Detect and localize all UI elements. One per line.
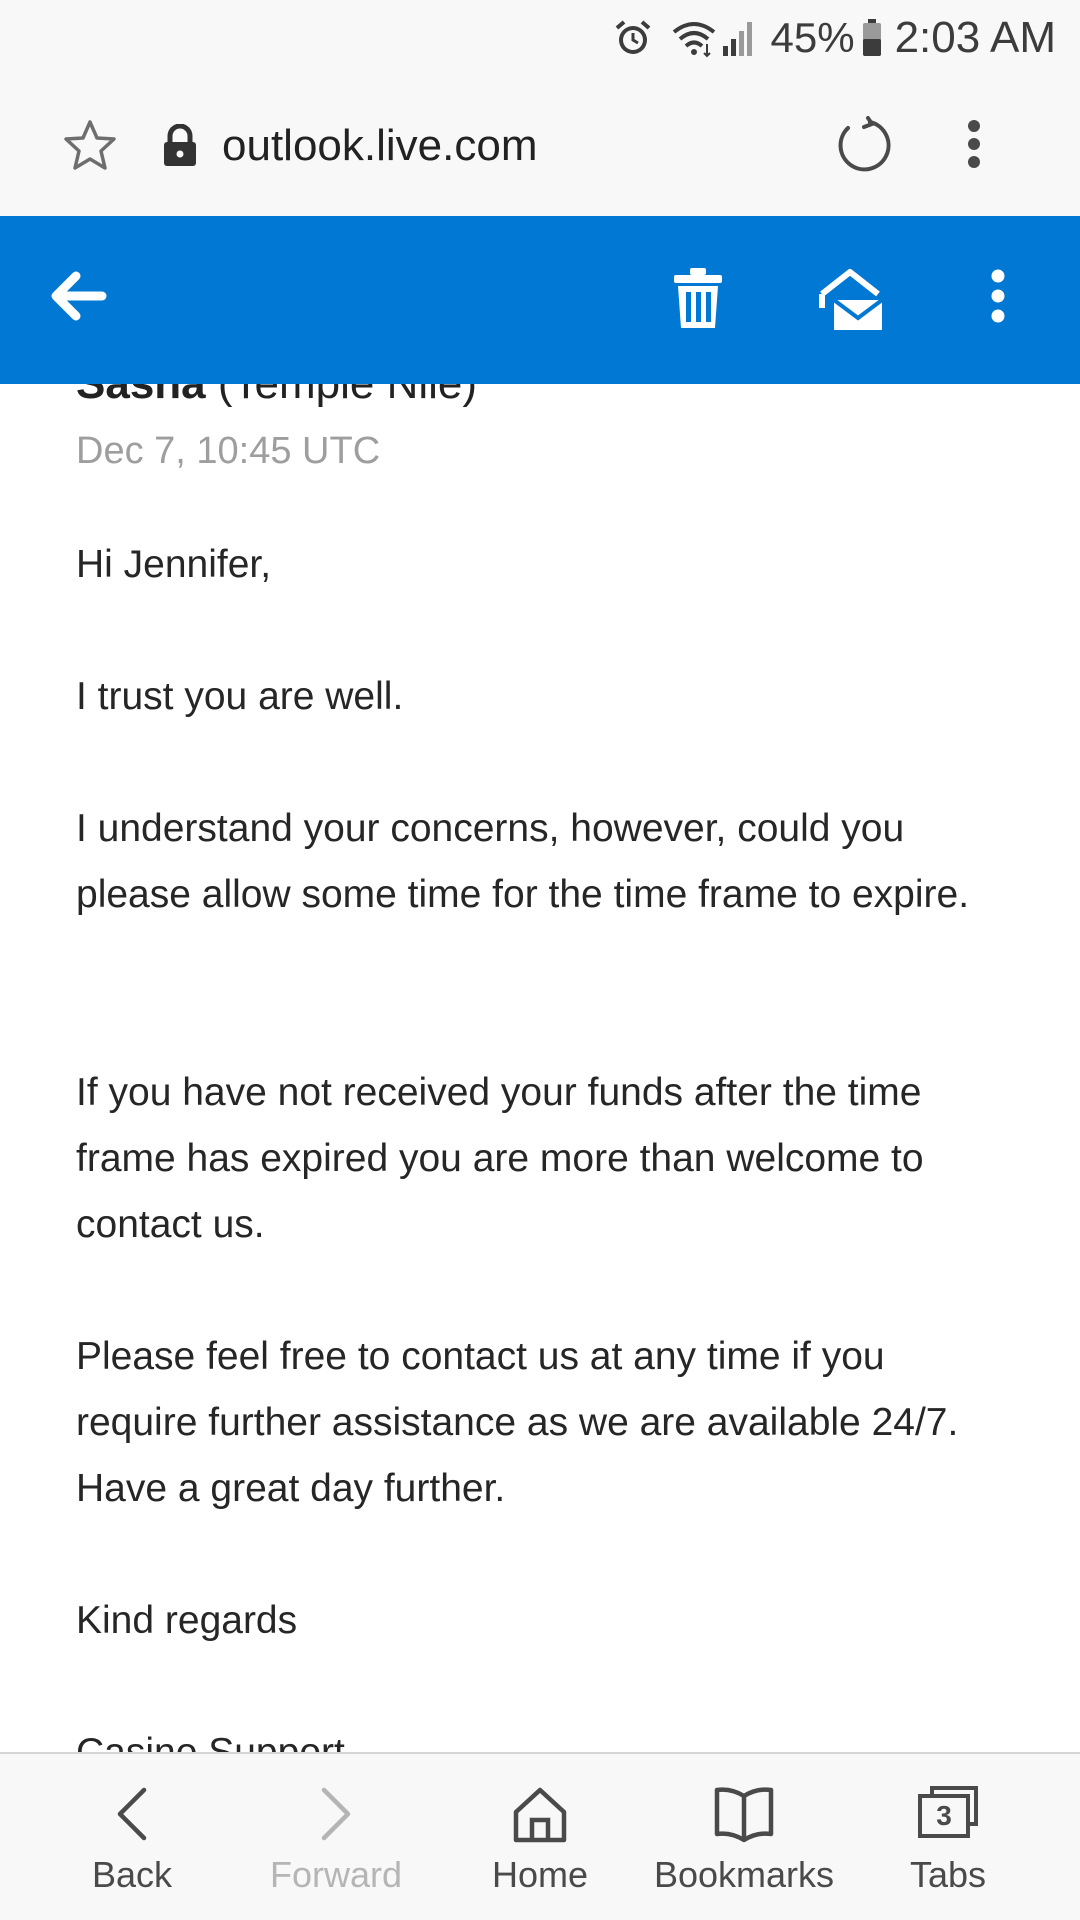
browser-url-bar: outlook.live.com — [0, 74, 1080, 216]
outlook-app-bar — [0, 216, 1080, 384]
nav-label: Tabs — [909, 1854, 987, 1895]
battery-percent: 45% — [770, 14, 855, 61]
nav-home[interactable]: Home — [460, 1754, 620, 1920]
email-paragraph: If you have not received your funds afte… — [76, 1071, 924, 1246]
reload-icon[interactable] — [834, 116, 894, 181]
phone-screen: 45% 2:03 AM outlook.live.com Dec 7, 10:4… — [0, 0, 1080, 1920]
chevron-left-icon — [112, 1784, 152, 1849]
star-icon[interactable] — [62, 118, 118, 179]
status-time: 2:03 AM — [894, 13, 1056, 62]
chevron-right-icon — [316, 1784, 356, 1849]
home-icon — [510, 1784, 570, 1849]
status-bar: 45% 2:03 AM — [0, 0, 1080, 74]
battery-icon — [861, 18, 883, 58]
status-icons: 45% 2:03 AM — [613, 10, 1056, 66]
bookmarks-icon — [713, 1784, 775, 1849]
mark-read-icon[interactable] — [818, 268, 886, 337]
nav-back[interactable]: Back — [52, 1754, 212, 1920]
email-paragraph: Please feel free to contact us at any ti… — [76, 1335, 959, 1510]
lock-icon — [160, 123, 200, 173]
back-arrow-icon[interactable] — [48, 270, 108, 327]
nav-label: Back — [91, 1854, 173, 1895]
email-paragraph: I understand your concerns, however, cou… — [76, 807, 970, 916]
wifi-icon — [671, 18, 717, 58]
browser-bottom-nav: Back Forward Home Bookmarks 3 Tabs — [0, 1752, 1080, 1920]
email-paragraph: I trust you are well. — [76, 675, 404, 718]
url-text[interactable]: outlook.live.com — [222, 118, 537, 174]
email-date: Dec 7, 10:45 UTC — [76, 430, 381, 472]
email-paragraph: Kind regards — [76, 1599, 298, 1642]
tabs-count: 3 — [936, 1800, 952, 1831]
signal-icon — [721, 18, 757, 58]
tabs-icon: 3 — [916, 1784, 980, 1840]
nav-forward[interactable]: Forward — [256, 1754, 416, 1920]
nav-tabs[interactable]: 3 Tabs — [868, 1754, 1028, 1920]
nav-label: Forward — [269, 1854, 403, 1895]
alarm-icon — [613, 18, 653, 58]
more-vert-icon[interactable] — [966, 118, 982, 175]
nav-bookmarks[interactable]: Bookmarks — [642, 1754, 846, 1920]
nav-label: Home — [491, 1854, 589, 1895]
email-paragraph: Hi Jennifer, — [76, 543, 272, 586]
nav-label: Bookmarks — [653, 1854, 835, 1895]
trash-icon[interactable] — [672, 266, 724, 335]
more-vert-icon[interactable] — [990, 268, 1006, 329]
